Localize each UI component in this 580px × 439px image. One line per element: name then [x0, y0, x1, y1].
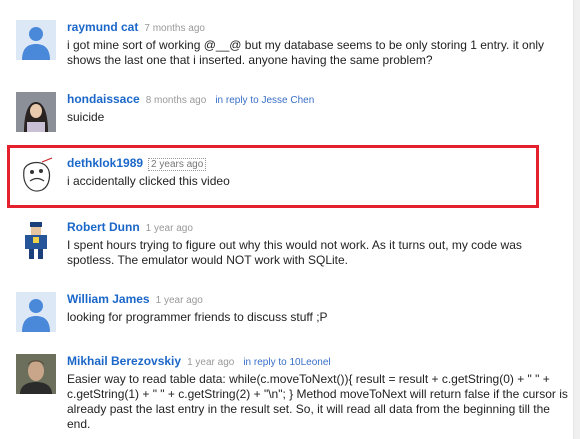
comment-timestamp: 8 months ago	[145, 95, 207, 106]
comment-timestamp: 7 months ago	[144, 23, 205, 34]
default-avatar-icon[interactable]	[16, 20, 56, 60]
scrollbar[interactable]	[573, 0, 580, 439]
comment-author-link[interactable]: raymund cat	[67, 20, 138, 34]
comment-text: Easier way to read table data: while(c.m…	[67, 372, 568, 431]
in-reply-to-link[interactable]: in reply to 10Leonel	[243, 357, 330, 368]
comment-author-link[interactable]: Mikhail Berezovskiy	[67, 354, 181, 368]
comment-author-link[interactable]: hondaissace	[67, 92, 140, 106]
in-reply-to-link[interactable]: in reply to Jesse Chen	[215, 95, 314, 106]
pixel-character-avatar[interactable]	[16, 220, 56, 260]
default-avatar-icon[interactable]	[16, 292, 56, 332]
comment-text: looking for programmer friends to discus…	[67, 310, 328, 324]
user-photo[interactable]	[16, 354, 56, 394]
comment-text: i got mine sort of working @__@ but my d…	[67, 38, 545, 67]
comment-text: I spent hours trying to figure out why t…	[67, 238, 522, 267]
comment-timestamp: 1 year ago	[155, 295, 203, 306]
comment-author-link[interactable]: William James	[67, 292, 150, 306]
comment-author-link[interactable]: Robert Dunn	[67, 220, 140, 234]
comment-text: suicide	[67, 110, 105, 124]
highlight-box	[7, 145, 539, 208]
user-photo[interactable]	[16, 92, 56, 132]
comment-timestamp: 1 year ago	[187, 357, 235, 368]
comment-timestamp: 1 year ago	[145, 223, 193, 234]
